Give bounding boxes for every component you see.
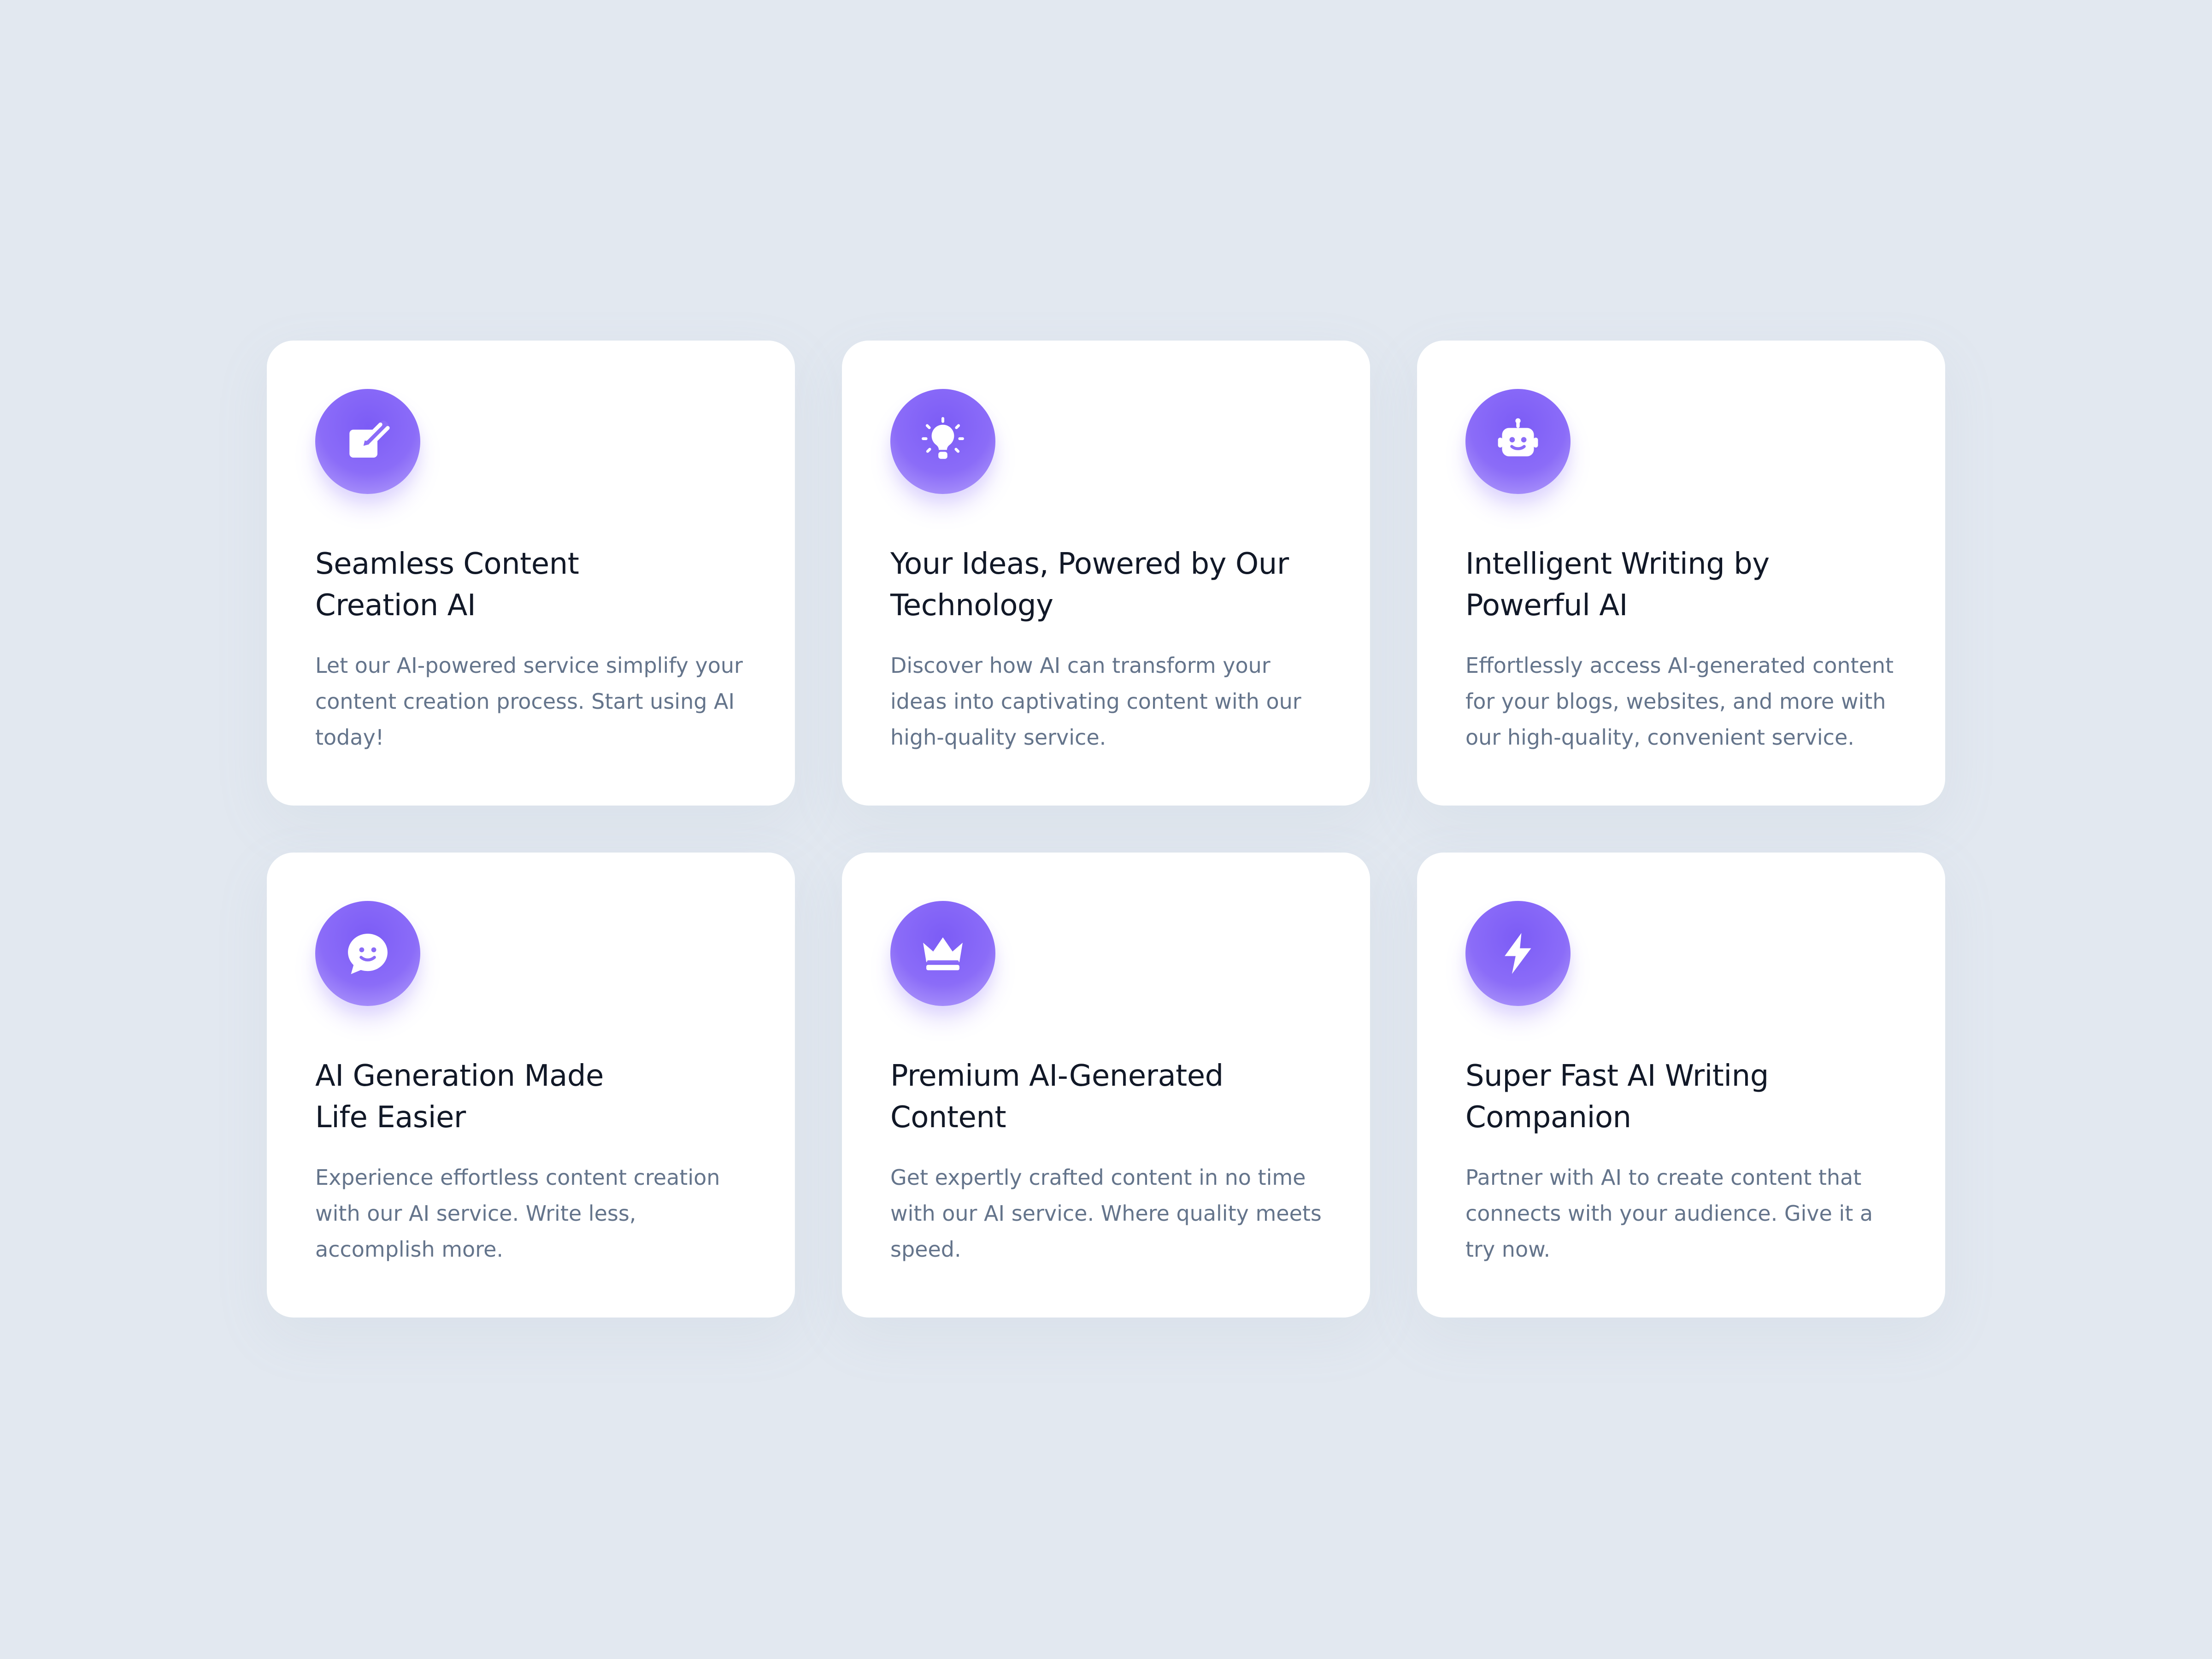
feature-icon-badge	[1465, 901, 1571, 1006]
crown-icon	[923, 937, 963, 971]
feature-card-premium-content: Premium AI-Generated Content Get expertl…	[842, 853, 1370, 1318]
smiley-chat-icon	[348, 934, 388, 974]
feature-icon-badge	[890, 389, 995, 494]
card-title: Intelligent Writing by Powerful AI	[1465, 547, 1770, 623]
card-description: Experience effortless content creation w…	[315, 1165, 720, 1262]
feature-card-intelligent-writing: Intelligent Writing by Powerful AI Effor…	[1417, 341, 1945, 806]
card-description: Partner with AI to create content that c…	[1465, 1165, 1873, 1262]
card-title: Your Ideas, Powered by Our Technology	[890, 547, 1289, 623]
card-description: Get expertly crafted content in no time …	[890, 1165, 1322, 1262]
card-description: Discover how AI can transform your ideas…	[890, 653, 1301, 750]
card-title: Premium AI-Generated Content	[890, 1059, 1224, 1135]
feature-card-seamless-content: Seamless Content Creation AI Let our AI-…	[267, 341, 795, 806]
card-title: Seamless Content Creation AI	[315, 547, 579, 623]
lightbulb-icon	[922, 417, 964, 459]
card-description: Effortlessly access AI-generated content…	[1465, 653, 1894, 750]
feature-icon-badge	[890, 901, 995, 1006]
card-title: Super Fast AI Writing Companion	[1465, 1059, 1769, 1135]
robot-icon	[1498, 418, 1538, 457]
lightning-icon	[1505, 933, 1531, 974]
card-description: Let our AI-powered service simplify your…	[315, 653, 743, 750]
feature-card-super-fast: Super Fast AI Writing Companion Partner …	[1417, 853, 1945, 1318]
feature-card-ai-generation: AI Generation Made Life Easier Experienc…	[267, 853, 795, 1318]
feature-card-your-ideas: Your Ideas, Powered by Our Technology Di…	[842, 341, 1370, 806]
features-grid: Seamless Content Creation AI Let our AI-…	[267, 341, 1945, 1318]
feature-icon-badge	[315, 389, 420, 494]
feature-icon-badge	[315, 901, 420, 1006]
feature-icon-badge	[1465, 389, 1571, 494]
card-title: AI Generation Made Life Easier	[315, 1059, 604, 1135]
edit-icon	[349, 420, 390, 458]
